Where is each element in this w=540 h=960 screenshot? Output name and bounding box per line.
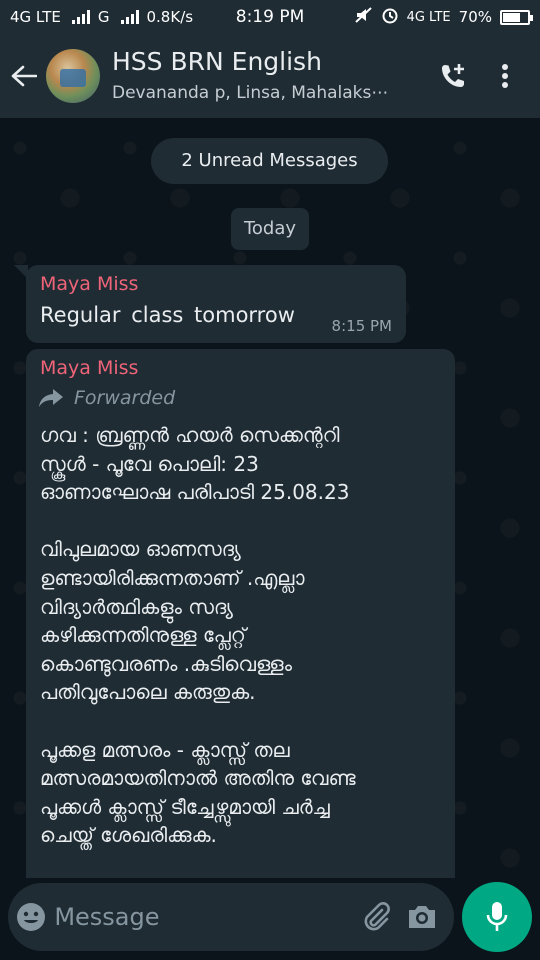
data-speed-label: 0.8K/s: [146, 8, 194, 26]
network-type-2-label: G: [97, 8, 110, 26]
forwarded-indicator: Forwarded: [38, 387, 175, 409]
status-bar: 4G LTE G 0.8K/s 8:19 PM 4G LTE 70%: [0, 0, 540, 34]
camera-icon: [408, 906, 435, 928]
forward-arrow-icon: [39, 389, 63, 407]
phone-plus-icon: [442, 64, 464, 87]
group-avatar[interactable]: [46, 49, 100, 103]
menu-button[interactable]: [480, 46, 530, 106]
chat-title-block[interactable]: HSS BRN English Devananda p, Linsa, Maha…: [112, 47, 426, 105]
chat-members: Devananda p, Linsa, Mahalaks⋯: [112, 83, 389, 103]
chat-title: HSS BRN English: [112, 47, 322, 76]
alarm-icon: [381, 6, 399, 28]
message-composer: [8, 883, 454, 951]
forwarded-label: Forwarded: [74, 387, 176, 409]
network-type-label: 4G LTE: [10, 8, 61, 26]
message-input[interactable]: [54, 883, 355, 951]
message-text: ഗവ : ബ്രണ്ണൻ ഹയർ സെക്കന്ററി സ്കൂൾ - പൂവേ…: [40, 423, 356, 848]
voice-message-button[interactable]: [462, 882, 532, 952]
message-sender[interactable]: Maya Miss: [40, 357, 138, 379]
chat-header: HSS BRN English Devananda p, Linsa, Maha…: [0, 34, 540, 118]
battery-percent: 70%: [458, 8, 492, 26]
network-type-3-label: 4G LTE: [406, 9, 451, 25]
mic-icon: [486, 902, 508, 931]
message-bubble[interactable]: Maya Miss Regular class tomorrow 8:15 PM: [14, 265, 406, 343]
message-time: 8:15 PM: [331, 317, 392, 335]
message-sender[interactable]: Maya Miss: [40, 273, 138, 295]
date-separator: Today: [231, 208, 309, 250]
status-right: 4G LTE 70%: [354, 6, 533, 28]
more-vertical-icon: [502, 64, 508, 88]
paperclip-icon: [364, 902, 390, 931]
arrow-left-icon: [11, 65, 37, 87]
emoji-button[interactable]: [8, 883, 54, 951]
message-bubble[interactable]: Maya Miss Forwarded ഗവ : ബ്രണ്ണൻ ഹയർ സെക…: [26, 349, 455, 878]
message-text: Regular class tomorrow: [40, 303, 295, 327]
signal-icon: [71, 10, 90, 24]
battery-icon: [500, 9, 533, 25]
add-call-button[interactable]: [426, 46, 480, 106]
status-left: 4G LTE G 0.8K/s: [10, 8, 193, 26]
unread-messages-badge: 2 Unread Messages: [151, 138, 388, 184]
camera-button[interactable]: [399, 883, 444, 951]
signal-2-icon: [120, 10, 139, 24]
emoji-icon: [17, 903, 46, 931]
chat-area[interactable]: 2 Unread Messages Today Maya Miss Regula…: [0, 118, 540, 878]
attach-button[interactable]: [354, 883, 399, 951]
battery-fill: [503, 12, 520, 22]
back-button[interactable]: [2, 46, 46, 106]
mute-icon: [354, 7, 373, 27]
